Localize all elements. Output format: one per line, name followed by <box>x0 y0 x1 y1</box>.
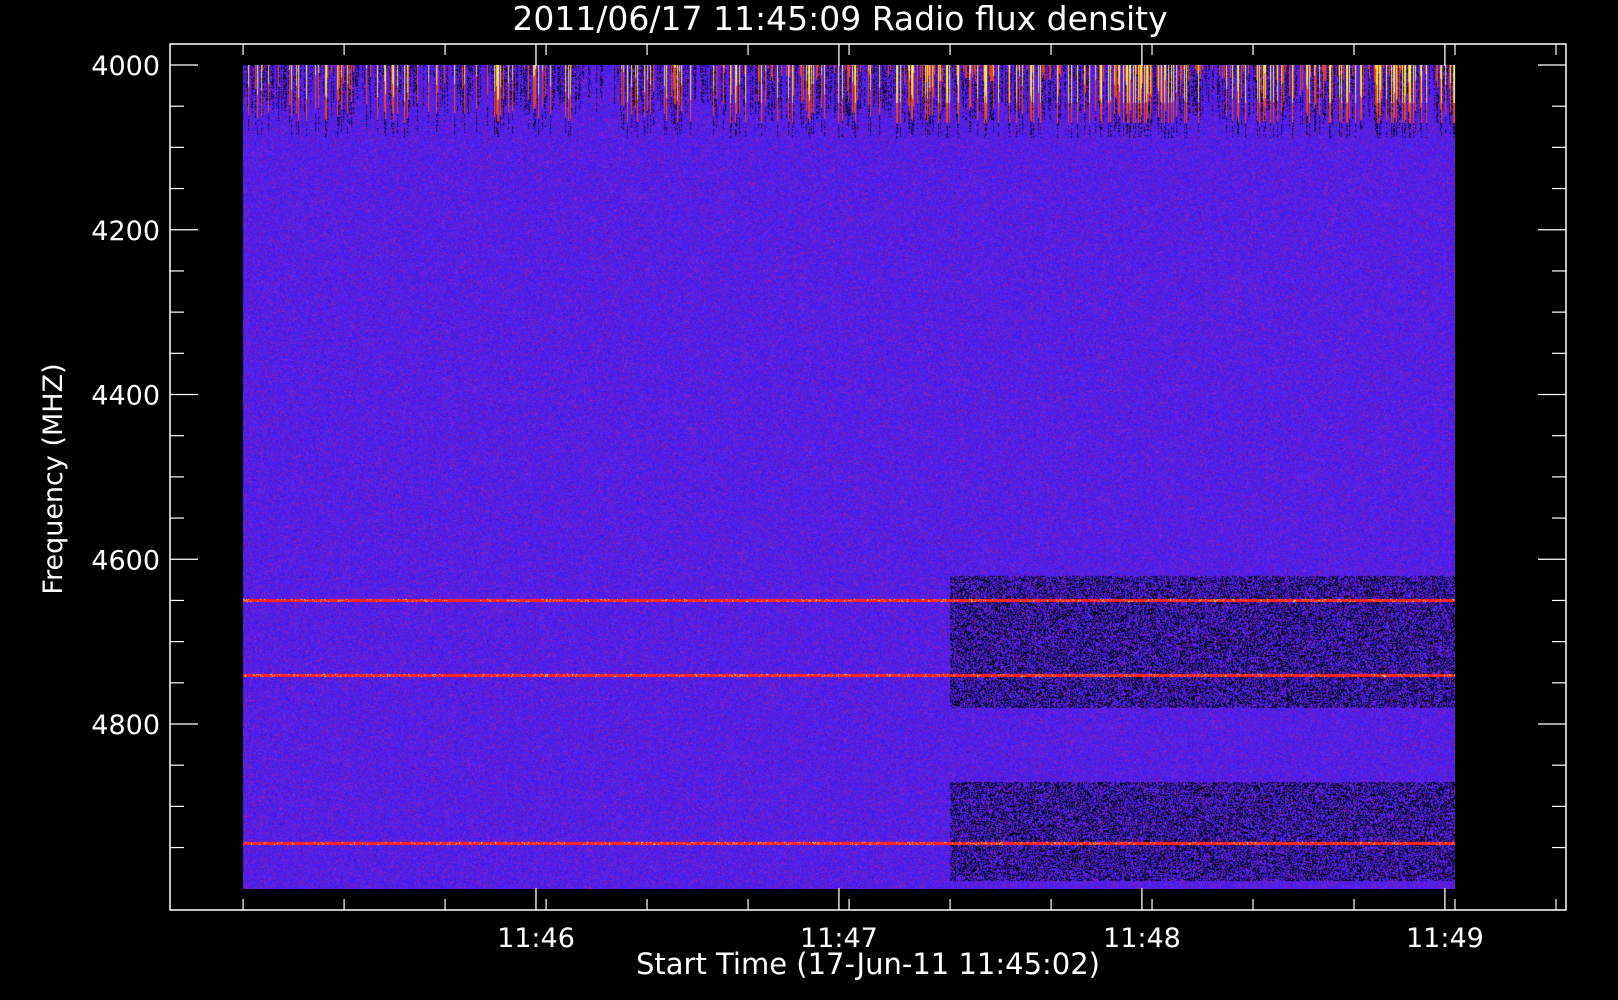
heatmap-layer <box>243 65 1456 889</box>
y-tick-label: 4600 <box>91 545 160 576</box>
x-tick-label: 11:48 <box>1103 923 1181 954</box>
spectrogram-chart: 2011/06/17 11:45:09 Radio flux density 1… <box>0 0 1618 1000</box>
x-axis-label: Start Time (17-Jun-11 11:45:02) <box>636 947 1100 981</box>
y-tick-label: 4200 <box>91 216 160 247</box>
y-tick-label: 4400 <box>91 381 160 412</box>
x-tick-label: 11:49 <box>1406 923 1484 954</box>
y-tick-label: 4000 <box>91 51 160 82</box>
y-tick-label: 4800 <box>91 710 160 741</box>
y-axis-label: Frequency (MHZ) <box>38 363 69 594</box>
heatmap-image <box>243 65 1456 889</box>
x-tick-label: 11:46 <box>497 923 575 954</box>
chart-title: 2011/06/17 11:45:09 Radio flux density <box>512 0 1167 38</box>
